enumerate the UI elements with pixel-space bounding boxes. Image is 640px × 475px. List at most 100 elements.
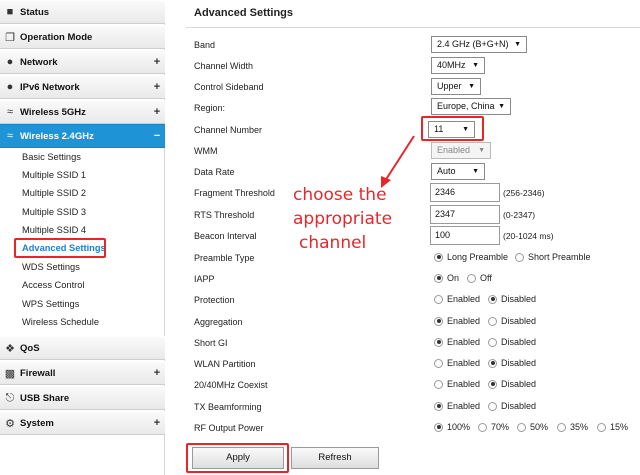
beacon-interval-input[interactable]: 100 xyxy=(430,226,500,245)
channel-width-select[interactable]: 40MHz ▼ xyxy=(431,57,485,74)
subnav-wireless-schedule[interactable]: Wireless Schedule xyxy=(22,313,99,331)
radio-label: Short Preamble xyxy=(528,252,591,262)
aggregation-disabled-radio[interactable]: Disabled xyxy=(488,316,536,326)
subnav-multiple-ssid-1[interactable]: Multiple SSID 1 xyxy=(22,166,86,184)
rf-power-15-radio[interactable]: 15% xyxy=(597,422,628,432)
nav-operation-mode[interactable]: ❐ Operation Mode xyxy=(0,25,165,49)
nav-label: QoS xyxy=(20,342,40,354)
advanced-settings-highlight xyxy=(14,238,106,258)
annotation-line: choose the xyxy=(293,185,387,205)
protection-disabled-radio[interactable]: Disabled xyxy=(488,294,536,304)
tx-beamforming-label: TX Beamforming xyxy=(194,402,262,412)
radio-label: Disabled xyxy=(501,294,537,304)
wmm-value: Enabled xyxy=(437,145,471,155)
band-value: 2.4 GHz (B+G+N) xyxy=(437,39,509,49)
iapp-on-radio[interactable]: On xyxy=(434,273,459,283)
rf-power-70-radio[interactable]: 70% xyxy=(478,422,509,432)
nav-label: Wireless 2.4GHz xyxy=(20,130,94,142)
tx-beamforming-enabled-radio[interactable]: Enabled xyxy=(434,401,480,411)
channel-width-label: Channel Width xyxy=(194,61,254,71)
tx-beamforming-disabled-radio[interactable]: Disabled xyxy=(488,401,536,411)
nav-status[interactable]: ■ Status xyxy=(0,0,165,24)
rf-power-35-radio[interactable]: 35% xyxy=(557,422,588,432)
iapp-off-radio[interactable]: Off xyxy=(467,273,492,283)
band-select[interactable]: 2.4 GHz (B+G+N) ▼ xyxy=(431,36,527,53)
aggregation-label: Aggregation xyxy=(194,317,243,327)
title-divider xyxy=(186,27,640,28)
nav-network[interactable]: ● Network + xyxy=(0,50,165,74)
data-rate-label: Data Rate xyxy=(194,167,235,177)
expand-icon: + xyxy=(153,81,161,93)
nav-system[interactable]: ⚙ System + xyxy=(0,411,165,435)
chevron-down-icon: ▼ xyxy=(514,41,521,48)
radio-label: Enabled xyxy=(447,401,481,411)
nav-label: Firewall xyxy=(20,367,56,379)
data-rate-select[interactable]: Auto ▼ xyxy=(431,163,485,180)
radio-label: 50% xyxy=(530,422,549,432)
radio-dot xyxy=(434,401,443,411)
rf-power-100-radio[interactable]: 100% xyxy=(434,422,470,432)
short-gi-disabled-radio[interactable]: Disabled xyxy=(488,337,536,347)
control-sideband-label: Control Sideband xyxy=(194,82,264,92)
radio-dot xyxy=(434,337,443,347)
subnav-basic-settings[interactable]: Basic Settings xyxy=(22,148,81,166)
nav-label: System xyxy=(20,417,54,429)
preamble-short-radio[interactable]: Short Preamble xyxy=(515,252,591,262)
radio-label: Disabled xyxy=(501,401,537,411)
usb-icon: ⎋ xyxy=(5,391,15,404)
nav-ipv6-network[interactable]: ● IPv6 Network + xyxy=(0,75,165,99)
coexist-disabled-radio[interactable]: Disabled xyxy=(488,379,536,389)
control-sideband-select[interactable]: Upper ▼ xyxy=(431,78,481,95)
subnav-multiple-ssid-4[interactable]: Multiple SSID 4 xyxy=(22,221,86,239)
nav-qos[interactable]: ❖ QoS xyxy=(0,336,165,360)
protection-label: Protection xyxy=(194,295,235,305)
radio-dot xyxy=(488,401,497,411)
subnav-wds-settings[interactable]: WDS Settings xyxy=(22,258,80,276)
nav-firewall[interactable]: ▩ Firewall + xyxy=(0,361,165,385)
protection-enabled-radio[interactable]: Enabled xyxy=(434,294,480,304)
apply-highlight xyxy=(186,443,289,473)
beacon-interval-hint: (20-1024 ms) xyxy=(503,231,554,241)
wifi-icon: ≈ xyxy=(6,106,14,118)
radio-dot xyxy=(434,316,443,326)
chevron-down-icon: ▼ xyxy=(472,168,479,175)
annotation-line: appropriate xyxy=(293,209,393,229)
expand-icon: + xyxy=(153,417,161,429)
wmm-select: Enabled ▼ xyxy=(431,142,491,159)
globe-icon: ● xyxy=(6,81,14,93)
radio-label: 15% xyxy=(610,422,629,432)
region-select[interactable]: Europe, China ▼ xyxy=(431,98,511,115)
beacon-interval-label: Beacon Interval xyxy=(194,231,257,241)
channel-annotation: choose the appropriate channel xyxy=(293,183,392,255)
wmm-label: WMM xyxy=(194,146,218,156)
coexist-enabled-radio[interactable]: Enabled xyxy=(434,379,480,389)
subnav-multiple-ssid-3[interactable]: Multiple SSID 3 xyxy=(22,203,86,221)
radio-dot xyxy=(434,422,443,432)
rts-threshold-input[interactable]: 2347 xyxy=(430,205,500,224)
window-icon: ❐ xyxy=(5,31,15,44)
preamble-long-radio[interactable]: Long Preamble xyxy=(434,252,508,262)
subnav-access-control[interactable]: Access Control xyxy=(22,276,85,294)
radio-dot xyxy=(434,294,443,304)
wlan-partition-disabled-radio[interactable]: Disabled xyxy=(488,358,536,368)
radio-label: Enabled xyxy=(447,337,481,347)
globe-icon: ● xyxy=(6,56,14,68)
radio-label: Disabled xyxy=(501,316,537,326)
nav-usb-share[interactable]: ⎋ USB Share xyxy=(0,386,165,410)
subnav-wps-settings[interactable]: WPS Settings xyxy=(22,295,79,313)
nav-wireless-5ghz[interactable]: ≈ Wireless 5GHz + xyxy=(0,100,165,124)
subnav-multiple-ssid-2[interactable]: Multiple SSID 2 xyxy=(22,184,86,202)
wlan-partition-enabled-radio[interactable]: Enabled xyxy=(434,358,480,368)
short-gi-enabled-radio[interactable]: Enabled xyxy=(434,337,480,347)
channel-number-label: Channel Number xyxy=(194,125,263,135)
refresh-button[interactable]: Refresh xyxy=(291,447,379,469)
radio-label: Enabled xyxy=(447,358,481,368)
radio-label: Long Preamble xyxy=(447,252,509,262)
aggregation-enabled-radio[interactable]: Enabled xyxy=(434,316,480,326)
nav-wireless-24ghz[interactable]: ≈ Wireless 2.4GHz − xyxy=(0,124,165,148)
radio-label: On xyxy=(447,273,460,283)
gear-icon: ⚙ xyxy=(5,417,15,430)
channel-width-value: 40MHz xyxy=(437,60,466,70)
fragment-threshold-input[interactable]: 2346 xyxy=(430,183,500,202)
rf-power-50-radio[interactable]: 50% xyxy=(517,422,548,432)
